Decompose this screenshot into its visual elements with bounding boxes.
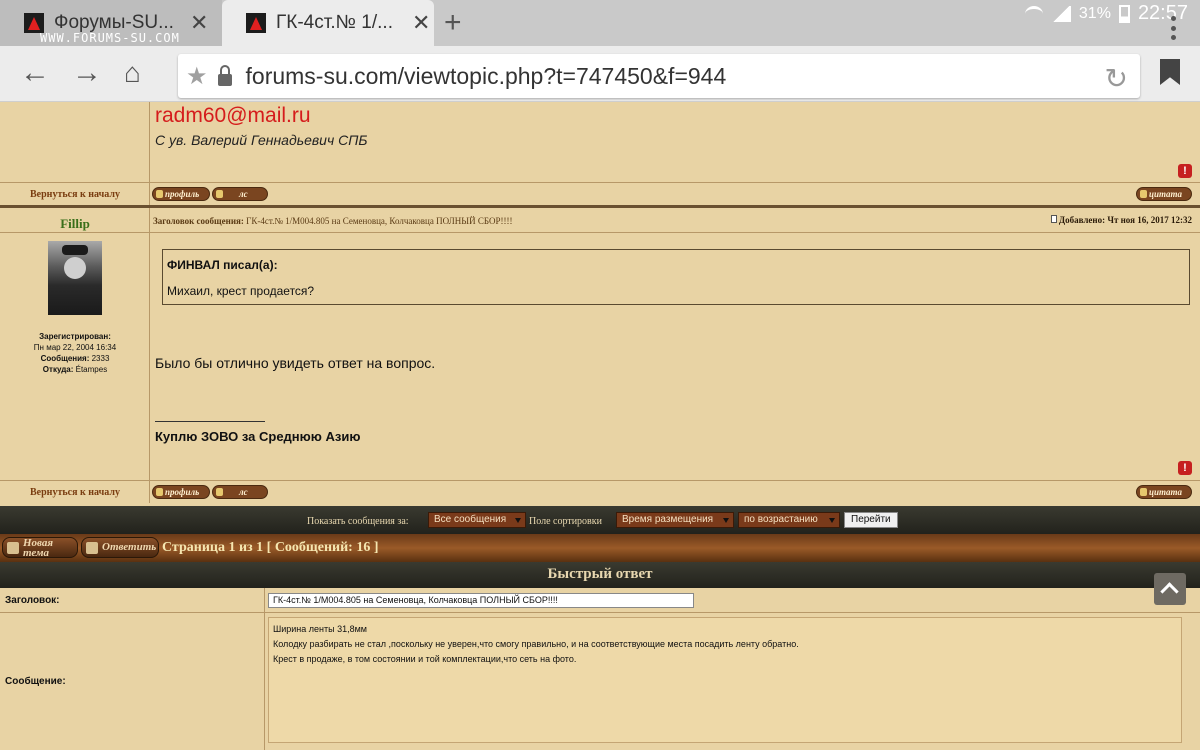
reply-button[interactable]: Ответить xyxy=(81,537,159,558)
reload-icon[interactable]: ↻ xyxy=(1105,62,1128,95)
tab-strip: Форумы-SU... ✕ ГК-4ст.№ 1/... ✕ + WWW.FO… xyxy=(0,0,1200,46)
email-text: radm60@mail.ru xyxy=(155,104,311,127)
post-signature: Куплю ЗОВО за Среднюю Азию xyxy=(155,429,361,444)
report-icon[interactable]: ! xyxy=(1178,461,1192,475)
new-topic-button[interactable]: Новая тема xyxy=(2,537,78,559)
avatar[interactable] xyxy=(48,241,102,315)
post-text: Было бы отлично увидеть ответ на вопрос. xyxy=(155,355,436,371)
pm-button[interactable]: лс xyxy=(212,485,268,499)
battery-icon xyxy=(1118,4,1130,23)
signal-icon xyxy=(1050,5,1071,22)
address-bar[interactable]: ★ forums-su.com/viewtopic.php?t=747450&f… xyxy=(178,54,1140,98)
back-to-top-link[interactable]: Вернуться к началу xyxy=(0,189,150,200)
subject-label: Заголовок: xyxy=(5,595,60,606)
post-body: Зарегистрирован: Пн мар 22, 2004 16:34 С… xyxy=(0,233,1200,480)
back-icon[interactable]: ← xyxy=(20,58,50,88)
post-icon[interactable] xyxy=(1050,215,1057,223)
pagination-bar: Новая тема Ответить Страница 1 из 1 [ Со… xyxy=(0,534,1200,562)
prev-post-footer: Вернуться к началу профиль лс цитата xyxy=(0,183,1200,205)
close-tab-icon[interactable]: ✕ xyxy=(412,10,430,36)
signature-divider xyxy=(155,421,265,422)
subject-input[interactable]: ГК-4ст.№ 1/М004.805 на Семеновца, Колчак… xyxy=(268,593,694,608)
back-to-top-link[interactable]: Вернуться к началу xyxy=(0,487,150,498)
forward-icon[interactable]: → xyxy=(72,58,102,88)
star-icon[interactable]: ★ xyxy=(186,62,208,91)
sort-order-select[interactable]: по возрастанию xyxy=(738,512,840,528)
forum-page: radm60@mail.ru С ув. Валерий Геннадьевич… xyxy=(0,102,1200,750)
sort-label: Поле сортировки xyxy=(529,516,602,527)
message-label: Сообщение: xyxy=(5,676,66,687)
go-button[interactable]: Перейти xyxy=(844,512,898,528)
post-footer: Вернуться к началу профиль лс цитата xyxy=(0,481,1200,503)
tab-topic[interactable]: ГК-4ст.№ 1/... ✕ xyxy=(222,0,434,46)
sort-field-select[interactable]: Время размещения xyxy=(616,512,734,528)
quote-button[interactable]: цитата xyxy=(1136,187,1192,201)
battery-percent: 31% xyxy=(1078,4,1111,22)
signature-text: С ув. Валерий Геннадьевич СПБ xyxy=(155,132,368,148)
quick-reply-header: Быстрый ответ xyxy=(0,562,1200,588)
quote-author: ФИНВАЛ писал(а): xyxy=(167,258,278,272)
tab-title: ГК-4ст.№ 1/... xyxy=(276,12,393,33)
url-text[interactable]: forums-su.com/viewtopic.php?t=747450&f=9… xyxy=(246,63,727,90)
sort-bar: Показать сообщения за: Все сообщения Пол… xyxy=(0,506,1200,534)
home-icon[interactable]: ⌂ xyxy=(124,58,141,88)
post-author[interactable]: Fillip xyxy=(0,216,150,232)
site-favicon-icon xyxy=(246,13,266,33)
scroll-to-top-button[interactable] xyxy=(1154,573,1186,605)
report-icon[interactable]: ! xyxy=(1178,164,1192,178)
browser-toolbar: ← → ⌂ ★ forums-su.com/viewtopic.php?t=74… xyxy=(0,46,1200,102)
watermark: WWW.FORUMS-SU.COM xyxy=(40,31,180,45)
message-textarea[interactable]: Ширина ленты 31,8мм Колодку разбирать не… xyxy=(268,617,1182,743)
quote-text: Михаил, крест продается? xyxy=(167,284,315,298)
clock: 22:57 xyxy=(1137,2,1188,24)
site-favicon-icon xyxy=(24,13,44,33)
bookmarks-icon[interactable] xyxy=(1160,59,1180,85)
post-subject: Заголовок сообщения: ГК-4ст.№ 1/М004.805… xyxy=(153,216,513,226)
status-bar: 31% 22:57 xyxy=(1024,2,1188,25)
close-tab-icon[interactable]: ✕ xyxy=(190,10,208,36)
message-row: Сообщение: Ширина ленты 31,8мм Колодку р… xyxy=(0,613,1200,750)
overflow-menu-icon[interactable] xyxy=(1171,16,1176,40)
pm-button[interactable]: лс xyxy=(212,187,268,201)
page-info: Страница 1 из 1 [ Сообщений: 16 ] xyxy=(162,540,379,555)
user-info: Зарегистрирован: Пн мар 22, 2004 16:34 С… xyxy=(33,332,117,374)
post-date: Добавлено: Чт ноя 16, 2017 12:32 xyxy=(1050,215,1192,225)
profile-button[interactable]: профиль xyxy=(152,485,210,499)
lock-icon xyxy=(217,65,232,86)
profile-button[interactable]: профиль xyxy=(152,187,210,201)
quote-button[interactable]: цитата xyxy=(1136,485,1192,499)
prev-post-body: radm60@mail.ru С ув. Валерий Геннадьевич… xyxy=(0,102,1200,182)
new-tab-icon[interactable]: + xyxy=(444,6,462,40)
show-label: Показать сообщения за: xyxy=(307,516,409,527)
quote-block: ФИНВАЛ писал(а): Михаил, крест продается… xyxy=(162,249,1190,305)
subject-row: Заголовок: ГК-4ст.№ 1/М004.805 на Семено… xyxy=(0,588,1200,612)
quick-reply-title: Быстрый ответ xyxy=(547,566,653,582)
wifi-icon xyxy=(1024,5,1043,22)
show-select[interactable]: Все сообщения xyxy=(428,512,526,528)
post-header: Fillip Заголовок сообщения: ГК-4ст.№ 1/М… xyxy=(0,208,1200,232)
